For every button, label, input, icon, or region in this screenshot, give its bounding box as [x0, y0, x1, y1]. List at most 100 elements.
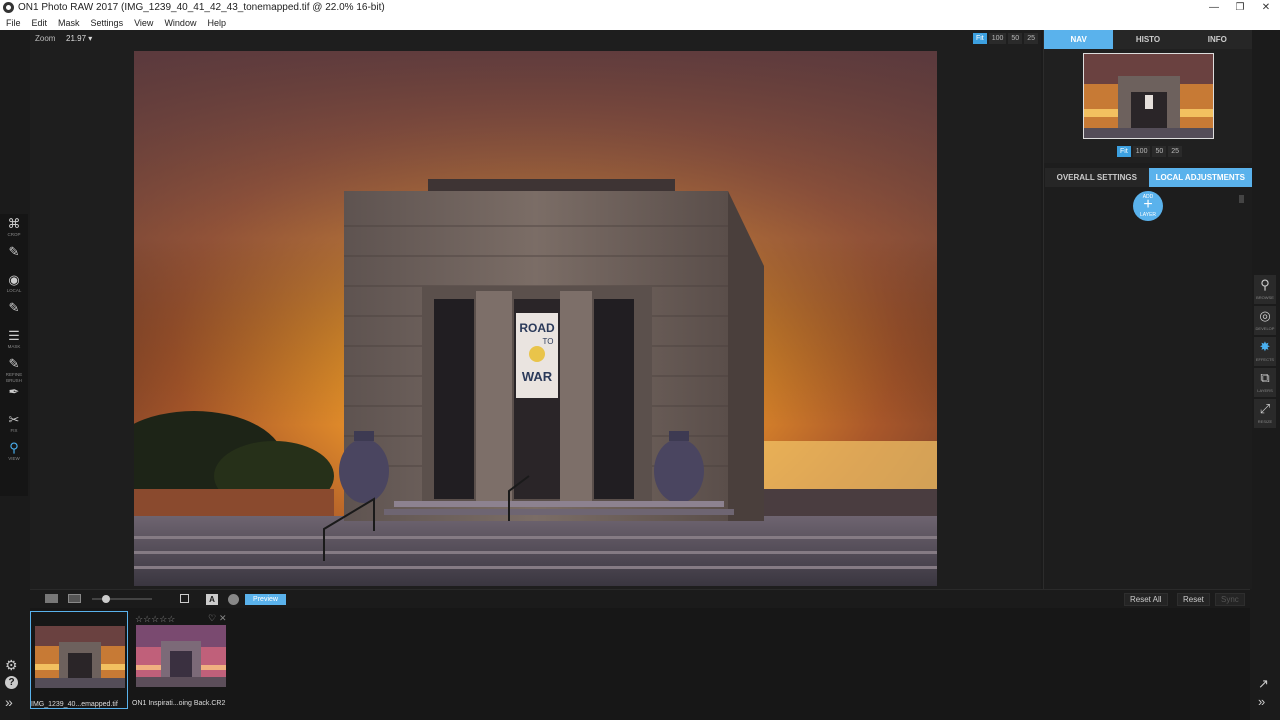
menu-settings[interactable]: Settings — [91, 18, 124, 28]
canvas-area: Zoom 21.97 Fit 100 50 25 — [30, 30, 1041, 589]
banner-line-1: ROAD — [519, 321, 555, 335]
module-switcher: ⚲ BROWSE ◎ DEVELOP ✸ EFFECTS ⧉ LAYERS ⤢ RESIZE — [1254, 275, 1278, 430]
magnifier-icon: ⚲ — [9, 440, 19, 455]
main-photo[interactable]: ROAD TO WAR — [134, 51, 937, 586]
tool-label: REFINE BRUSH — [5, 372, 23, 383]
tool-crop[interactable]: ⌘ CROP — [2, 216, 26, 244]
menu-file[interactable]: File — [6, 18, 21, 28]
module-resize[interactable]: ⤢ RESIZE — [1254, 399, 1276, 428]
tool-local[interactable]: ◉ LOCAL — [2, 272, 26, 300]
zoom-label: Zoom — [35, 34, 56, 43]
reset-button[interactable]: Reset — [1177, 593, 1210, 606]
module-label: RESIZE — [1257, 419, 1273, 424]
expand-left-icon[interactable]: » — [5, 694, 13, 710]
reject-icon[interactable]: ✕ — [219, 613, 227, 624]
close-button[interactable]: ✕ — [1252, 0, 1280, 15]
panel-tabs: NAV HISTO INFO — [1044, 30, 1252, 49]
preview-button[interactable]: Preview — [245, 594, 286, 605]
main-workspace: Zoom 21.97 Fit 100 50 25 — [0, 30, 1280, 720]
tool-mask[interactable]: ☰ MASK — [2, 328, 26, 356]
maximize-button[interactable]: ❐ — [1226, 0, 1254, 15]
menu-view[interactable]: View — [134, 18, 153, 28]
menu-bar: File Edit Mask Settings View Window Help — [0, 15, 1280, 30]
tool-brush[interactable]: ✎ — [2, 244, 26, 272]
help-icon[interactable]: ? — [5, 676, 18, 689]
tab-overall-settings[interactable]: OVERALL SETTINGS — [1045, 168, 1149, 187]
browse-icon: ⚲ — [1260, 277, 1270, 292]
heart-icon[interactable]: ♡ — [208, 613, 216, 624]
filmstrip: IMG_1239_40...emapped.tif ☆☆☆☆☆ ♡ ✕ ON1 … — [30, 608, 1250, 720]
module-browse[interactable]: ⚲ BROWSE — [1254, 275, 1276, 304]
navigator-thumbnail[interactable] — [1083, 53, 1214, 139]
effects-icon: ✸ — [1259, 339, 1271, 354]
film-item[interactable]: IMG_1239_40...emapped.tif — [30, 611, 128, 709]
single-view-icon[interactable] — [45, 594, 58, 603]
add-layer-button[interactable]: ADD + LAYER — [1133, 191, 1163, 221]
photo-image: ROAD TO WAR — [134, 51, 937, 586]
nav-zoom-fit-button[interactable]: Fit — [1117, 146, 1131, 157]
film-thumbnail — [35, 626, 125, 688]
zoom-100-button[interactable]: 100 — [988, 33, 1007, 44]
fix-icon: ✂ — [8, 412, 20, 427]
zoom-25-button[interactable]: 25 — [1024, 33, 1038, 44]
tool-label: MASK — [7, 344, 21, 349]
module-effects[interactable]: ✸ EFFECTS — [1254, 337, 1276, 366]
menu-mask[interactable]: Mask — [58, 18, 80, 28]
tool-view[interactable]: ⚲ VIEW — [2, 440, 26, 468]
mask-icon: ☰ — [8, 328, 20, 343]
menu-edit[interactable]: Edit — [32, 18, 48, 28]
module-label: EFFECTS — [1255, 357, 1275, 362]
nav-zoom-50-button[interactable]: 50 — [1152, 146, 1167, 157]
tool-masking-brush[interactable]: ✎ — [2, 300, 26, 328]
window-title: ON1 Photo RAW 2017 (IMG_1239_40_41_42_43… — [18, 2, 385, 13]
module-develop[interactable]: ◎ DEVELOP — [1254, 306, 1276, 335]
tool-retouch[interactable]: ✒ — [2, 384, 26, 412]
film-thumbnail — [136, 625, 226, 687]
layers-icon: ⧉ — [1260, 370, 1270, 385]
reset-all-button[interactable]: Reset All — [1124, 593, 1168, 606]
zoom-dropdown[interactable]: 21.97 — [66, 34, 92, 43]
slider-handle[interactable] — [102, 595, 110, 603]
banner-line-3: WAR — [522, 369, 553, 384]
trash-icon[interactable] — [1239, 195, 1244, 203]
tab-histo[interactable]: HISTO — [1113, 30, 1183, 49]
nav-zoom-100-button[interactable]: 100 — [1132, 146, 1151, 157]
tool-fix[interactable]: ✂ FIX — [2, 412, 26, 440]
settings-tabs: OVERALL SETTINGS LOCAL ADJUSTMENTS — [1045, 168, 1252, 187]
filmstrip-view-icon[interactable] — [68, 594, 81, 603]
menu-window[interactable]: Window — [164, 18, 196, 28]
nav-zoom-25-button[interactable]: 25 — [1168, 146, 1183, 157]
module-layers[interactable]: ⧉ LAYERS — [1254, 368, 1276, 397]
zoom-fit-button[interactable]: Fit — [972, 33, 987, 44]
menu-help[interactable]: Help — [207, 18, 226, 28]
film-item[interactable]: ☆☆☆☆☆ ♡ ✕ ON1 Inspirati...oing Back.CR2 — [132, 611, 230, 709]
tab-nav[interactable]: NAV — [1044, 30, 1114, 49]
banner-line-2: TO — [543, 337, 554, 346]
thumbnail-size-slider[interactable] — [92, 598, 152, 600]
add-layer-bottom-label: LAYER — [1139, 212, 1157, 218]
canvas-zoom-buttons: Fit 100 50 25 — [972, 33, 1038, 44]
sync-button[interactable]: Sync — [1215, 593, 1245, 606]
module-label: BROWSE — [1256, 295, 1274, 300]
tool-refine-brush[interactable]: ✎ REFINE BRUSH — [2, 356, 26, 384]
bottom-toolbar: A Preview Reset All Reset Sync — [30, 589, 1250, 608]
star-rating[interactable]: ☆☆☆☆☆ — [135, 614, 175, 625]
tool-label: FIX — [10, 428, 18, 433]
expand-right-icon[interactable]: » — [1258, 694, 1265, 709]
share-icon[interactable]: ↗ — [1258, 676, 1269, 692]
square-view-icon[interactable] — [180, 594, 189, 603]
gear-icon[interactable]: ⚙ — [5, 657, 18, 674]
retouch-icon: ✒ — [8, 384, 20, 399]
tab-info[interactable]: INFO — [1182, 30, 1252, 49]
module-label: DEVELOP — [1255, 326, 1275, 331]
title-bar: ON1 Photo RAW 2017 (IMG_1239_40_41_42_43… — [0, 0, 1280, 15]
minimize-button[interactable]: — — [1200, 0, 1228, 15]
local-adjust-icon: ◉ — [8, 272, 20, 287]
mask-view-icon[interactable] — [228, 594, 239, 605]
tab-local-adjustments[interactable]: LOCAL ADJUSTMENTS — [1148, 168, 1252, 187]
film-filename: IMG_1239_40...emapped.tif — [31, 701, 118, 708]
auto-button[interactable]: A — [206, 594, 218, 605]
app-logo-icon — [3, 2, 14, 13]
tool-label: CROP — [7, 232, 21, 237]
zoom-50-button[interactable]: 50 — [1008, 33, 1023, 44]
